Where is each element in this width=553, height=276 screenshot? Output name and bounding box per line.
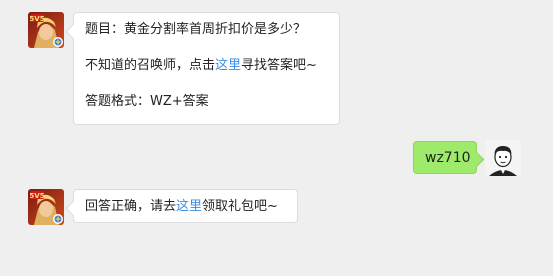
chat-window: 5V5 题目：黄金分割率首周折扣价是多少？ 不知道的召唤师，点击这里寻找答案吧~… [0,0,553,276]
format-text: 答题格式：WZ+答案 [85,94,209,109]
hint-prefix: 不知道的召唤师，点击 [85,58,216,73]
user-answer-message: wz710 [413,141,477,174]
bot-avatar[interactable]: 5V5 [28,189,64,225]
hint-text: 不知道的召唤师，点击这里寻找答案吧~ [85,57,328,75]
question-text: 题目：黄金分割率首周折扣价是多少？ [85,22,307,37]
answer-link[interactable]: 这里 [215,58,241,73]
gift-link[interactable]: 这里 [176,199,202,214]
user-avatar[interactable] [485,140,521,176]
svg-text:5V5: 5V5 [29,192,44,200]
bot-question-message: 题目：黄金分割率首周折扣价是多少？ 不知道的召唤师，点击这里寻找答案吧~ 答题格… [73,12,340,125]
bot-avatar[interactable]: 5V5 [28,12,64,48]
reply-suffix: 领取礼包吧~ [202,199,278,214]
hint-suffix: 寻找答案吧~ [241,58,317,73]
reply-prefix: 回答正确，请去 [85,199,177,214]
user-answer-text: wz710 [425,150,471,166]
svg-text:5V5: 5V5 [29,15,44,23]
bot-reply-message: 回答正确，请去这里领取礼包吧~ [73,189,298,223]
reply-text: 回答正确，请去这里领取礼包吧~ [85,198,286,216]
